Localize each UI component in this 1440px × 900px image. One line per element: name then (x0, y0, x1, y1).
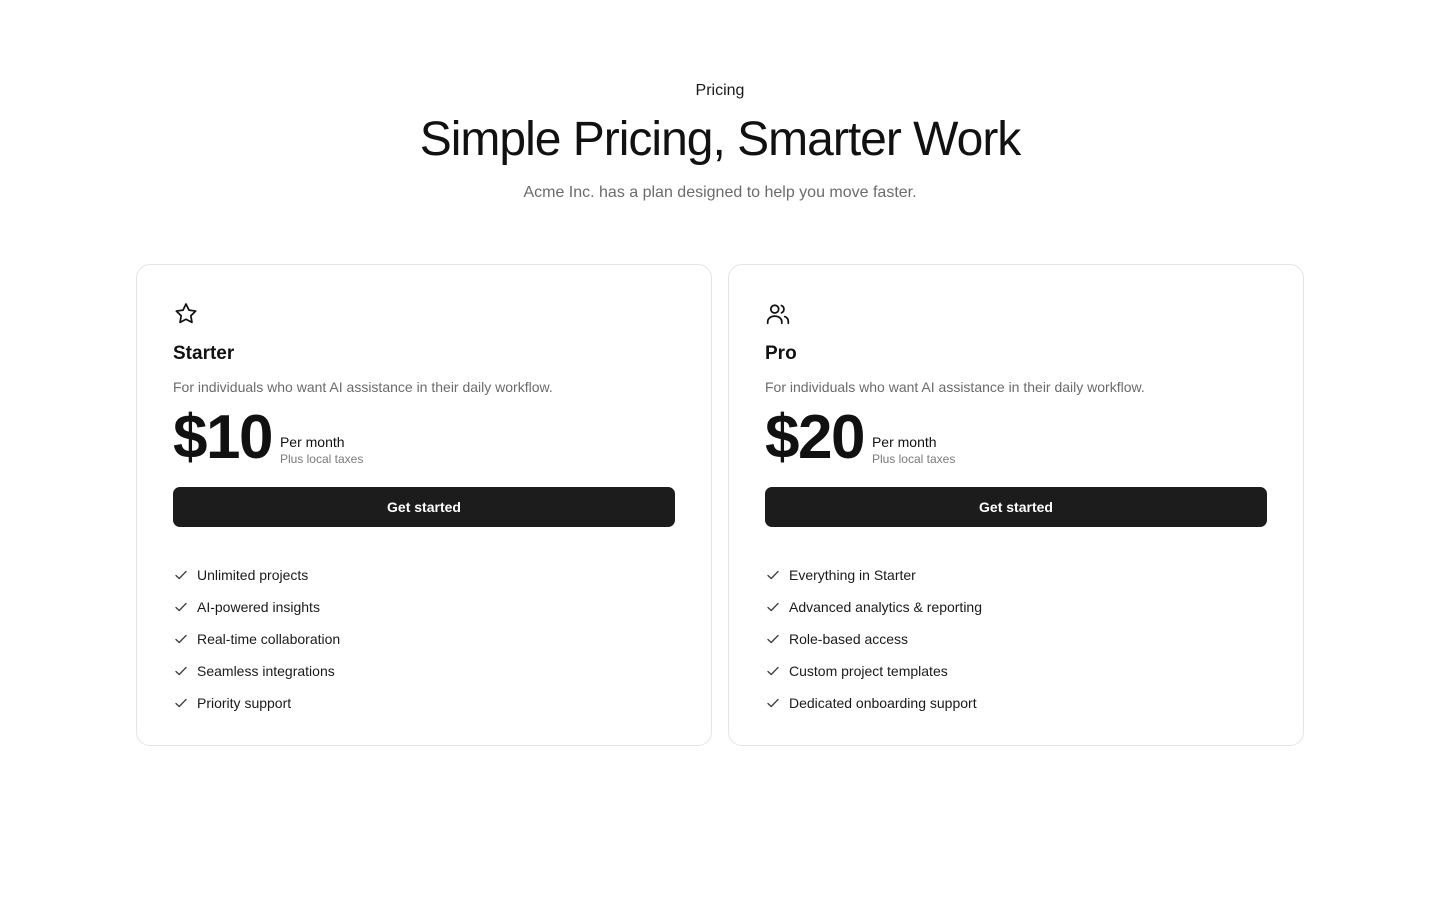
check-icon (765, 631, 781, 647)
plan-name: Starter (173, 343, 235, 364)
check-icon (765, 567, 781, 583)
plan-name: Pro (765, 343, 797, 364)
star-icon (173, 301, 199, 327)
feature-label: Seamless integrations (197, 663, 335, 679)
check-icon (173, 599, 189, 615)
feature-list: Everything in Starter Advanced analytics… (765, 559, 1267, 719)
price-row: $20 Per month Plus local taxes (765, 407, 1267, 469)
check-icon (765, 663, 781, 679)
feature-label: Advanced analytics & reporting (789, 599, 982, 615)
feature-label: AI-powered insights (197, 599, 320, 615)
feature-label: Real-time collaboration (197, 631, 341, 647)
pricing-header: Pricing Simple Pricing, Smarter Work Acm… (0, 80, 1440, 204)
plan-description: For individuals who want AI assistance i… (173, 379, 553, 395)
check-icon (173, 567, 189, 583)
plan-cards: Starter For individuals who want AI assi… (136, 264, 1304, 746)
section-eyebrow: Pricing (695, 82, 745, 99)
check-icon (173, 695, 189, 711)
price-row: $10 Per month Plus local taxes (173, 407, 675, 469)
users-icon (765, 301, 791, 327)
feature-item: Advanced analytics & reporting (765, 591, 1267, 623)
feature-label: Custom project templates (789, 663, 948, 679)
feature-item: AI-powered insights (173, 591, 675, 623)
feature-item: Seamless integrations (173, 655, 675, 687)
billing-period: Per month (871, 434, 937, 450)
feature-label: Unlimited projects (197, 567, 309, 583)
feature-label: Priority support (197, 695, 292, 711)
check-icon (765, 599, 781, 615)
feature-list: Unlimited projects AI-powered insights R… (173, 559, 675, 719)
tax-note: Plus local taxes (871, 452, 956, 466)
feature-item: Role-based access (765, 623, 1267, 655)
plan-card-pro: Pro For individuals who want AI assistan… (728, 264, 1304, 746)
pricing-page: Pricing Simple Pricing, Smarter Work Acm… (0, 0, 1440, 900)
get-started-button[interactable]: Get started (173, 487, 675, 527)
feature-label: Role-based access (789, 631, 909, 647)
feature-item: Priority support (173, 687, 675, 719)
billing-period: Per month (279, 434, 345, 450)
feature-item: Real-time collaboration (173, 623, 675, 655)
feature-label: Everything in Starter (789, 567, 916, 583)
feature-item: Dedicated onboarding support (765, 687, 1267, 719)
page-title: Simple Pricing, Smarter Work (419, 113, 1022, 166)
plan-price: $10 (173, 403, 273, 472)
check-icon (765, 695, 781, 711)
plan-description: For individuals who want AI assistance i… (765, 379, 1145, 395)
feature-item: Everything in Starter (765, 559, 1267, 591)
page-subtitle: Acme Inc. has a plan designed to help yo… (523, 184, 917, 201)
plan-card-starter: Starter For individuals who want AI assi… (136, 264, 712, 746)
feature-item: Unlimited projects (173, 559, 675, 591)
price-meta: Per month Plus local taxes (872, 433, 955, 469)
price-meta: Per month Plus local taxes (280, 433, 363, 469)
feature-label: Dedicated onboarding support (789, 695, 977, 711)
feature-item: Custom project templates (765, 655, 1267, 687)
check-icon (173, 631, 189, 647)
check-icon (173, 663, 189, 679)
plan-price: $20 (765, 403, 865, 472)
get-started-button[interactable]: Get started (765, 487, 1267, 527)
tax-note: Plus local taxes (279, 452, 364, 466)
